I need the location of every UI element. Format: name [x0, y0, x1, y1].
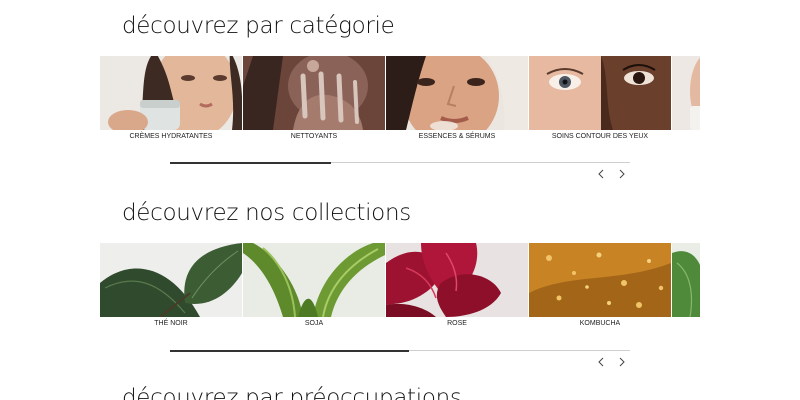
section-title-concerns: découvrez par préoccupations — [122, 385, 462, 400]
category-card-eye-care[interactable] — [529, 56, 671, 136]
collection-labels: THÉ NOIR SOJA ROSE KOMBUCHA — [100, 320, 700, 332]
category-label-cleansers[interactable]: NETTOYANTS — [243, 133, 385, 140]
collection-image-black-tea — [100, 243, 242, 317]
category-next-button[interactable] — [615, 167, 629, 181]
collections-scrollbar-thumb[interactable] — [170, 349, 410, 352]
page: découvrez par catégorie CRÈMES HYDRATANT… — [0, 0, 800, 400]
collection-label-soy[interactable]: SOJA — [243, 320, 385, 327]
chevron-left-icon — [598, 357, 604, 367]
collection-card-rose[interactable] — [386, 243, 528, 323]
category-image-moisturizers — [100, 56, 242, 130]
collection-label-black-tea[interactable]: THÉ NOIR — [100, 320, 242, 327]
collection-card-next[interactable] — [672, 243, 700, 323]
category-card-next[interactable] — [672, 56, 700, 136]
category-image-serums — [386, 56, 528, 130]
category-carousel-controls — [594, 167, 630, 181]
category-label-eye-care[interactable]: SOINS CONTOUR DES YEUX — [529, 133, 671, 140]
category-carousel[interactable] — [100, 56, 700, 136]
category-card-moisturizers[interactable] — [100, 56, 242, 136]
collection-image-soy — [243, 243, 385, 317]
chevron-right-icon — [619, 357, 625, 367]
section-title-collections: découvrez nos collections — [122, 200, 411, 226]
collection-image-rose — [386, 243, 528, 317]
category-labels: CRÈMES HYDRATANTES NETTOYANTS ESSENCES &… — [100, 133, 700, 145]
category-card-serums[interactable] — [386, 56, 528, 136]
category-scrollbar-thumb[interactable] — [170, 161, 331, 164]
category-scrollbar[interactable] — [170, 161, 630, 164]
carousel-track — [100, 243, 700, 323]
collection-card-soy[interactable] — [243, 243, 385, 323]
category-label-moisturizers[interactable]: CRÈMES HYDRATANTES — [100, 133, 242, 140]
section-title-categories: découvrez par catégorie — [122, 13, 395, 39]
category-image-eye-care — [529, 56, 671, 130]
collection-label-rose[interactable]: ROSE — [386, 320, 528, 327]
collections-carousel-controls — [594, 355, 630, 369]
category-label-serums[interactable]: ESSENCES & SÉRUMS — [386, 133, 528, 140]
collection-image-next — [672, 243, 700, 317]
category-image-cleansers — [243, 56, 385, 130]
category-card-cleansers[interactable] — [243, 56, 385, 136]
collection-card-black-tea[interactable] — [100, 243, 242, 323]
carousel-track — [100, 56, 700, 136]
chevron-right-icon — [619, 169, 625, 179]
collections-next-button[interactable] — [615, 355, 629, 369]
collection-label-kombucha[interactable]: KOMBUCHA — [529, 320, 671, 327]
category-image-next — [672, 56, 700, 130]
category-prev-button[interactable] — [594, 167, 608, 181]
collection-card-kombucha[interactable] — [529, 243, 671, 323]
collections-scrollbar[interactable] — [170, 349, 630, 352]
collection-image-kombucha — [529, 243, 671, 317]
collections-prev-button[interactable] — [594, 355, 608, 369]
collections-carousel[interactable] — [100, 243, 700, 323]
chevron-left-icon — [598, 169, 604, 179]
